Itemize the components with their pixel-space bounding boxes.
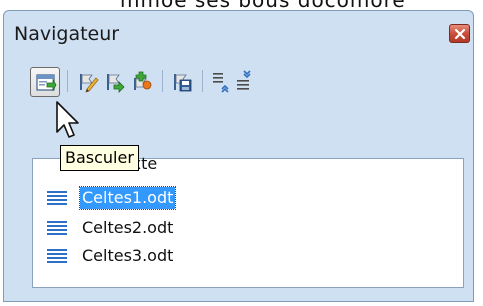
- navigator-screenshot: mmoe ses bous docomore Navigateur Celtes…: [0, 0, 483, 306]
- navigator-tree[interactable]: Texte Celtes1.odt Celtes2.odt: [32, 154, 464, 288]
- text-document-icon: [47, 221, 67, 235]
- tooltip: Basculer: [60, 145, 139, 171]
- toolbar-separator: [162, 70, 163, 92]
- background-document-strip: mmoe ses bous docomore: [0, 0, 483, 12]
- toolbar-separator: [67, 70, 68, 92]
- promote-level-icon[interactable]: [234, 67, 256, 93]
- text-document-icon: [47, 249, 67, 263]
- toolbar-separator: [202, 70, 203, 92]
- close-icon: [454, 28, 466, 40]
- document-label: Celtes1.odt: [78, 186, 177, 210]
- toggle-icon: [36, 74, 57, 92]
- toggle-button[interactable]: [30, 67, 60, 97]
- document-label: Celtes2.odt: [82, 218, 174, 237]
- text-document-icon: [47, 191, 67, 205]
- pencil-icon[interactable]: [77, 71, 99, 93]
- panel-title: Navigateur: [14, 23, 120, 45]
- save-as-icon[interactable]: [171, 71, 193, 93]
- document-label: Celtes3.odt: [82, 246, 174, 265]
- mouse-pointer-icon: [56, 101, 79, 138]
- close-button[interactable]: [449, 24, 470, 43]
- flag-arrow-icon[interactable]: [104, 71, 126, 93]
- insert-document-icon[interactable]: [131, 70, 153, 92]
- demote-level-icon[interactable]: [210, 69, 232, 93]
